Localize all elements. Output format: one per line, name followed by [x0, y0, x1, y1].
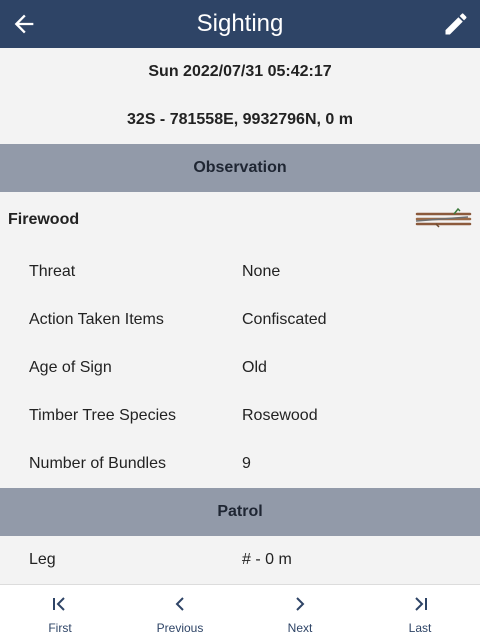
first-page-icon — [53, 597, 65, 611]
pencil-icon[interactable] — [442, 10, 470, 38]
field-value: # - 0 m — [242, 551, 292, 568]
chevron-right-icon — [296, 597, 305, 611]
field-label: Number of Bundles — [29, 455, 166, 472]
first-button-label: First — [48, 621, 72, 635]
field-value: Rosewood — [242, 407, 318, 424]
category-label: Firewood — [8, 211, 80, 228]
field-row-action-taken-items: Action Taken Items Confiscated — [0, 296, 480, 344]
next-button-label: Next — [287, 621, 313, 635]
field-value: Confiscated — [242, 311, 327, 328]
field-label: Timber Tree Species — [29, 407, 177, 424]
field-label: Leg — [29, 551, 56, 568]
field-row-age-of-sign: Age of Sign Old — [0, 344, 480, 392]
observation-category: Firewood — [0, 192, 480, 248]
patrol-section-header: Patrol — [0, 488, 480, 536]
sighting-datetime: Sun 2022/07/31 05:42:17 — [0, 48, 480, 96]
field-value: 9 — [242, 455, 251, 472]
last-button[interactable]: Last — [360, 585, 480, 640]
previous-button-label: Previous — [156, 621, 204, 635]
field-row-timber-tree-species: Timber Tree Species Rosewood — [0, 392, 480, 440]
bottom-navigation: First Previous Next Last — [0, 584, 480, 640]
app-bar: Sighting — [0, 0, 480, 48]
field-value: None — [242, 263, 281, 280]
first-button[interactable]: First — [0, 585, 120, 640]
field-row-threat: Threat None — [0, 248, 480, 296]
field-label: Threat — [29, 263, 76, 280]
arrow-back-icon[interactable] — [10, 10, 38, 38]
last-page-icon — [415, 597, 427, 611]
observation-section-header: Observation — [0, 144, 480, 192]
field-value: Old — [242, 359, 267, 376]
firewood-bundle-icon — [415, 207, 472, 228]
field-row-leg: Leg # - 0 m — [0, 536, 480, 584]
next-button[interactable]: Next — [240, 585, 360, 640]
previous-button[interactable]: Previous — [120, 585, 240, 640]
field-row-number-of-bundles: Number of Bundles 9 — [0, 440, 480, 488]
page-title: Sighting — [196, 10, 284, 37]
sighting-location: 32S - 781558E, 9932796N, 0 m — [0, 96, 480, 144]
chevron-left-icon — [175, 597, 184, 611]
field-label: Action Taken Items — [29, 311, 164, 328]
field-label: Age of Sign — [29, 359, 112, 376]
last-button-label: Last — [408, 621, 432, 635]
